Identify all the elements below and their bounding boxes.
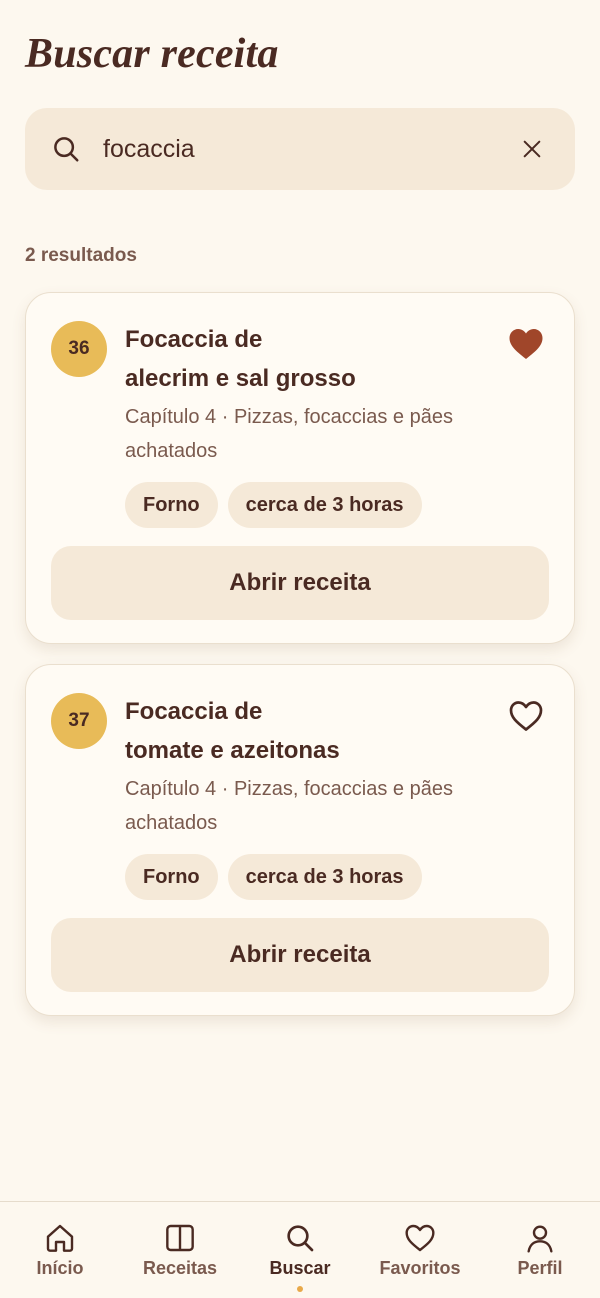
recipe-number-badge: 36: [51, 321, 107, 377]
recipe-card[interactable]: 37 Focaccia de tomate e azeitonas Capítu…: [25, 664, 575, 1016]
recipe-tags: Forno cerca de 3 horas: [125, 482, 422, 528]
recipe-chapter: Capítulo 4 · Pizzas, focaccias e pães ac…: [125, 406, 453, 462]
clear-search-button[interactable]: [515, 132, 549, 166]
user-icon: [527, 1225, 553, 1253]
home-icon: [46, 1224, 74, 1252]
recipe-title-line1: Focaccia de: [125, 326, 263, 353]
recipe-chapter: Capítulo 4 · Pizzas, focaccias e pães ac…: [125, 778, 453, 834]
open-recipe-button[interactable]: Abrir receita: [51, 918, 549, 992]
nav-item-receitas[interactable]: Receitas: [120, 1202, 240, 1298]
search-bar[interactable]: [25, 108, 575, 190]
bottom-nav: Início Receitas Buscar Favoritos Perfil: [0, 1201, 600, 1298]
nav-item-inicio[interactable]: Início: [0, 1202, 120, 1298]
heart-outline-icon: [509, 701, 543, 731]
nav-item-favoritos[interactable]: Favoritos: [360, 1202, 480, 1298]
page-title: Buscar receita: [25, 31, 279, 77]
recipe-number-badge: 37: [51, 693, 107, 749]
tag-duration: cerca de 3 horas: [227, 854, 422, 900]
search-icon: [287, 1225, 314, 1252]
recipe-title[interactable]: Focaccia de alecrim e sal grosso: [125, 320, 455, 398]
tag-duration: cerca de 3 horas: [227, 482, 422, 528]
tag-method: Forno: [125, 482, 218, 528]
close-icon: [523, 140, 541, 158]
nav-label: Buscar: [269, 1258, 331, 1278]
nav-label: Início: [36, 1258, 84, 1278]
active-indicator: [297, 1286, 303, 1292]
nav-label: Favoritos: [379, 1258, 461, 1278]
recipe-title-line2: alecrim e sal grosso: [125, 365, 356, 392]
tag-method: Forno: [125, 854, 218, 900]
result-count: 2 resultados: [25, 245, 137, 266]
nav-item-buscar[interactable]: Buscar: [240, 1202, 360, 1298]
nav-item-perfil[interactable]: Perfil: [480, 1202, 600, 1298]
search-input[interactable]: [103, 134, 515, 164]
recipe-title[interactable]: Focaccia de tomate e azeitonas: [125, 692, 455, 770]
heart-icon: [405, 1224, 435, 1252]
open-recipe-button[interactable]: Abrir receita: [51, 546, 549, 620]
recipe-card[interactable]: 36 Focaccia de alecrim e sal grosso Capí…: [25, 292, 575, 644]
favorite-button[interactable]: [508, 327, 544, 361]
nav-label: Receitas: [142, 1258, 218, 1278]
nav-label: Perfil: [517, 1258, 563, 1278]
recipe-title-line1: Focaccia de: [125, 698, 263, 725]
recipe-tags: Forno cerca de 3 horas: [125, 854, 422, 900]
book-icon: [166, 1224, 194, 1252]
recipe-title-line2: tomate e azeitonas: [125, 737, 340, 764]
search-icon: [54, 137, 79, 162]
favorite-button[interactable]: [508, 699, 544, 733]
heart-filled-icon: [509, 329, 543, 359]
